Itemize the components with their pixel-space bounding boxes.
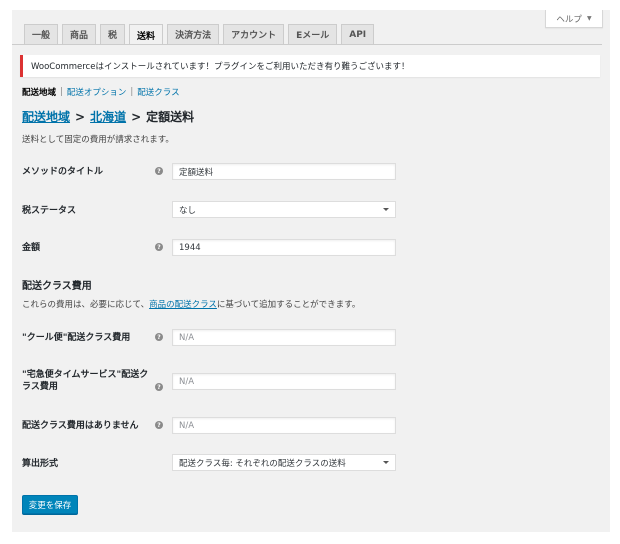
save-changes-button[interactable]: 変更を保存 [22, 495, 78, 514]
help-tab-label: ヘルプ [556, 14, 582, 25]
method-description: 送料として固定の費用が請求されます。 [22, 135, 174, 145]
breadcrumb-current: 定額送料 [146, 110, 195, 124]
class-costs-description: これらの費用は、必要に応じて、商品の配送クラスに基づいて追加することができます。 [22, 298, 360, 310]
settings-tabs: 一般 商品 税 送料 決済方法 アカウント Eメール API [24, 24, 375, 45]
notice-text: WooCommerceはインストールされています！プラグインをご利用いただき有り… [31, 62, 410, 72]
tab-email[interactable]: Eメール [288, 24, 338, 44]
breadcrumb-hokkaido-link[interactable]: 北海道 [90, 110, 126, 124]
calc-type-value: 配送クラス毎: それぞれの配送クラスの送料 [179, 458, 346, 469]
breadcrumb-separator: > [131, 110, 142, 124]
tax-status-value: なし [179, 205, 197, 216]
help-tab-button[interactable]: ヘルプ ▼ [545, 10, 603, 28]
tab-account[interactable]: アカウント [223, 24, 285, 44]
breadcrumb: 配送地域 > 北海道 > 定額送料 [22, 108, 194, 125]
class-costs-desc-suffix: に基づいて追加することができます。 [216, 300, 361, 310]
calc-type-label: 算出形式 [22, 459, 59, 469]
takkyu-label-line2: ラス費用 [22, 382, 58, 392]
takkyu-class-cost-label: "宅急便タイムサービス"配送ク ラス費用 [22, 369, 148, 393]
help-icon[interactable]: ? [155, 383, 163, 391]
subnav-options-link[interactable]: 配送オプション [67, 86, 127, 98]
install-notice: WooCommerceはインストールされています！プラグインをご利用いただき有り… [20, 55, 600, 77]
shipping-subnav: 配送地域 | 配送オプション | 配送クラス [22, 86, 180, 98]
subnav-classes-link[interactable]: 配送クラス [137, 86, 179, 98]
method-title-input[interactable]: 定額送料 [172, 163, 396, 180]
help-icon[interactable]: ? [155, 167, 163, 175]
subnav-separator: | [130, 87, 134, 97]
subnav-zones[interactable]: 配送地域 [22, 86, 56, 98]
breadcrumb-zones-link[interactable]: 配送地域 [22, 110, 70, 124]
no-class-cost-input[interactable]: N/A [172, 417, 396, 434]
class-costs-title: 配送クラス費用 [22, 281, 92, 292]
takkyu-class-cost-input[interactable]: N/A [172, 373, 396, 390]
subnav-separator: | [60, 87, 63, 97]
calc-type-select[interactable]: 配送クラス毎: それぞれの配送クラスの送料 [172, 454, 396, 471]
tab-shipping[interactable]: 送料 [129, 24, 164, 45]
product-shipping-class-link[interactable]: 商品の配送クラス [149, 300, 217, 310]
tab-tax[interactable]: 税 [100, 24, 126, 44]
cool-class-cost-input[interactable]: N/A [172, 329, 396, 346]
takkyu-label-line1: "宅急便タイムサービス"配送ク [22, 370, 149, 380]
no-class-cost-label: 配送クラス費用はありません [22, 421, 139, 431]
amount-label: 金額 [22, 243, 41, 253]
cool-class-cost-label: "クール便"配送クラス費用 [22, 333, 131, 343]
class-costs-desc-prefix: これらの費用は、必要に応じて、 [22, 300, 150, 310]
caret-down-icon: ▼ [586, 15, 592, 22]
breadcrumb-separator: > [75, 110, 86, 124]
tax-status-label: 税ステータス [22, 206, 77, 216]
help-icon[interactable]: ? [155, 421, 163, 429]
help-icon[interactable]: ? [155, 333, 163, 341]
tab-api[interactable]: API [341, 24, 375, 44]
tab-checkout[interactable]: 決済方法 [167, 24, 220, 44]
tab-general[interactable]: 一般 [24, 24, 59, 44]
help-icon[interactable]: ? [155, 243, 163, 251]
tax-status-select[interactable]: なし [172, 201, 396, 218]
amount-input[interactable]: 1944 [172, 239, 396, 256]
dropdown-arrow-icon [383, 461, 389, 464]
method-title-label: メソッドのタイトル [22, 167, 104, 177]
tab-divider [12, 44, 602, 45]
dropdown-arrow-icon [383, 208, 389, 211]
tab-products[interactable]: 商品 [62, 24, 97, 44]
